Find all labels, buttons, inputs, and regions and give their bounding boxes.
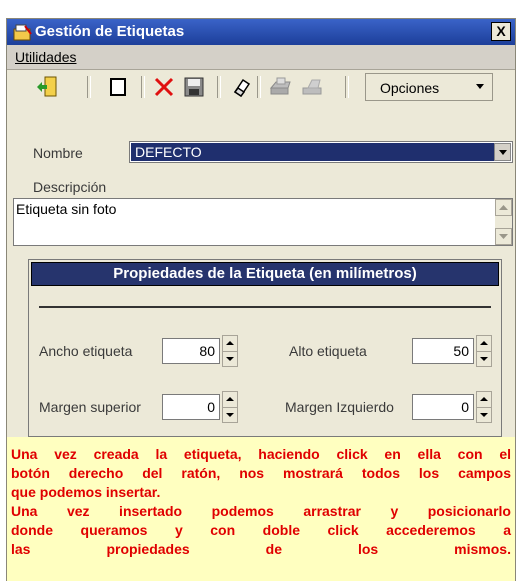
arrow-up-icon	[226, 341, 234, 345]
new-button[interactable]	[103, 73, 133, 101]
properties-header: Propiedades de la Etiqueta (en milímetro…	[31, 262, 499, 286]
ancho-label: Ancho etiqueta	[39, 343, 133, 359]
print-disabled-button[interactable]	[297, 73, 327, 101]
margen-superior-value: 0	[207, 399, 215, 415]
margen-superior-spinner[interactable]	[222, 391, 238, 423]
toolbar-separator	[87, 76, 91, 98]
ancho-input[interactable]: 80	[162, 338, 220, 364]
toolbar-separator	[141, 76, 145, 98]
margen-izquierdo-input[interactable]: 0	[412, 394, 474, 420]
help-note-line: donde queramos y con doble click acceder…	[11, 522, 511, 538]
help-note-text: Una vez creada la etiqueta, haciendo cli…	[7, 437, 515, 559]
descripcion-textarea[interactable]: Etiqueta sin foto	[13, 198, 513, 246]
delete-button[interactable]	[149, 73, 179, 101]
close-button[interactable]: X	[491, 22, 511, 41]
menu-utilidades-label: Utilidades	[15, 49, 77, 65]
help-note: Una vez creada la etiqueta, haciendo cli…	[7, 437, 515, 581]
arrow-down-icon	[226, 413, 234, 417]
app-icon	[13, 24, 32, 41]
save-button[interactable]	[179, 73, 209, 101]
options-dropdown[interactable]: Opciones	[365, 73, 493, 101]
exit-icon	[37, 76, 57, 97]
descripcion-scrollbar[interactable]	[495, 199, 512, 245]
nombre-value: DEFECTO	[131, 143, 495, 161]
title-bar: Gestión de Etiquetas X	[7, 19, 515, 45]
ancho-value: 80	[199, 343, 215, 359]
toolbar-separator	[217, 76, 221, 98]
arrow-down-icon	[480, 357, 488, 361]
label-manager-window: Gestión de Etiquetas X Utilidades Opcion…	[6, 18, 516, 581]
margen-izquierdo-value: 0	[461, 399, 469, 415]
save-icon	[184, 77, 204, 97]
exit-button[interactable]	[33, 73, 63, 101]
scroll-up-button[interactable]	[495, 199, 512, 216]
nombre-dropdown-button[interactable]	[494, 143, 511, 161]
help-note-line: las propiedades de los mismos.	[11, 541, 511, 557]
window-title: Gestión de Etiquetas	[35, 23, 185, 40]
options-label: Opciones	[380, 80, 440, 96]
ancho-spinner[interactable]	[222, 335, 238, 367]
descripcion-label: Descripción	[33, 179, 107, 195]
properties-panel: Propiedades de la Etiqueta (en milímetro…	[28, 259, 502, 437]
new-icon	[110, 78, 126, 96]
alto-value: 50	[453, 343, 469, 359]
chevron-down-icon	[476, 84, 484, 89]
chevron-down-icon	[499, 150, 507, 155]
spin-up-button[interactable]	[223, 336, 237, 352]
arrow-down-icon	[480, 413, 488, 417]
spin-up-button[interactable]	[477, 392, 491, 408]
toolbar: Opciones	[7, 70, 515, 104]
arrow-down-icon	[499, 234, 508, 239]
eraser-icon	[233, 78, 251, 98]
arrow-up-icon	[480, 341, 488, 345]
nombre-label: Nombre	[33, 145, 83, 161]
help-note-line: Una vez insertado podemos arrastrar y po…	[11, 503, 511, 519]
spin-up-button[interactable]	[223, 392, 237, 408]
menu-utilidades[interactable]: Utilidades	[15, 49, 76, 65]
alto-spinner[interactable]	[476, 335, 492, 367]
arrow-down-icon	[226, 357, 234, 361]
print-button[interactable]	[265, 73, 295, 101]
arrow-up-icon	[499, 205, 508, 210]
toolbar-separator	[257, 76, 261, 98]
arrow-up-icon	[480, 397, 488, 401]
alto-input[interactable]: 50	[412, 338, 474, 364]
properties-divider	[39, 306, 491, 308]
print-icon	[269, 77, 291, 95]
arrow-up-icon	[226, 397, 234, 401]
help-note-line: Una vez creada la etiqueta, haciendo cli…	[11, 446, 511, 462]
scroll-down-button[interactable]	[495, 228, 512, 245]
menu-bar: Utilidades	[7, 45, 515, 70]
margen-izquierdo-label: Margen Izquierdo	[285, 399, 394, 415]
toolbar-separator	[345, 76, 349, 98]
margen-izquierdo-spinner[interactable]	[476, 391, 492, 423]
delete-icon	[154, 77, 174, 97]
nombre-select[interactable]: DEFECTO	[129, 141, 513, 163]
descripcion-value: Etiqueta sin foto	[16, 201, 117, 217]
print-disabled-icon	[302, 79, 322, 95]
margen-superior-input[interactable]: 0	[162, 394, 220, 420]
help-note-line: que podemos insertar.	[11, 484, 161, 500]
help-note-line: botón derecho del ratón, nos mostrará to…	[11, 465, 511, 481]
alto-label: Alto etiqueta	[289, 343, 367, 359]
margen-superior-label: Margen superior	[39, 399, 141, 415]
eraser-button[interactable]	[227, 73, 257, 101]
spin-up-button[interactable]	[477, 336, 491, 352]
